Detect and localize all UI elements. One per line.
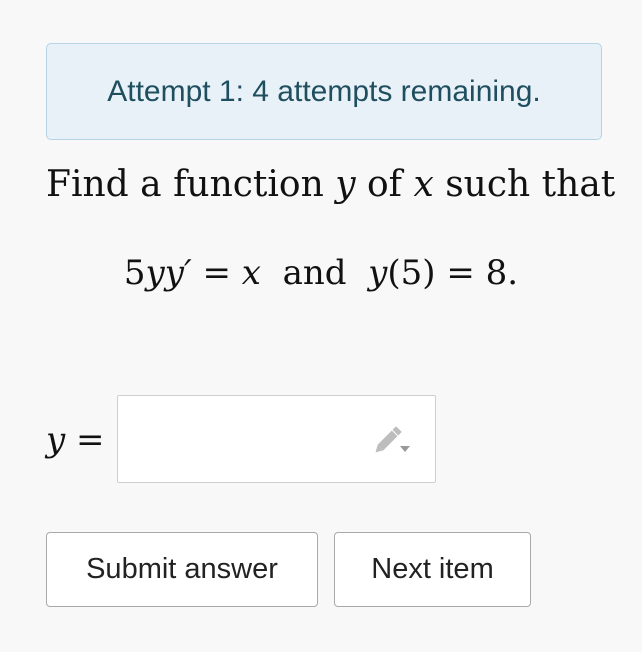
answer-label-var: y (46, 420, 66, 460)
equation-equals-1: = (191, 253, 242, 293)
question-var-x: x (413, 164, 434, 205)
equation-and: and (260, 253, 369, 293)
question-middle: of (355, 164, 414, 205)
equation: 5yy′ = x and y(5) = 8. (0, 253, 642, 293)
answer-label: y = (46, 420, 105, 460)
equation-rhs: x (241, 253, 261, 293)
pencil-dropdown-icon[interactable] (373, 423, 413, 457)
equation-equals-2: = (435, 253, 486, 293)
equation-arg: (5) (387, 253, 436, 293)
equation-func: y (368, 253, 388, 293)
question-suffix: such that (433, 164, 616, 205)
answer-input[interactable] (117, 395, 436, 483)
equation-value: 8. (485, 253, 519, 293)
equation-lhs: yy′ (145, 253, 192, 293)
submit-answer-button[interactable]: Submit answer (46, 532, 318, 607)
next-item-button[interactable]: Next item (334, 532, 531, 607)
question-text: Find a function y of x such that (46, 164, 615, 205)
question-prefix: Find a function (46, 164, 336, 205)
answer-label-eq: = (65, 420, 105, 460)
attempt-banner: Attempt 1: 4 attempts remaining. (46, 43, 602, 140)
attempt-text: Attempt 1: 4 attempts remaining. (107, 74, 541, 108)
equation-coeff: 5 (123, 253, 146, 293)
question-var-y: y (335, 164, 356, 205)
